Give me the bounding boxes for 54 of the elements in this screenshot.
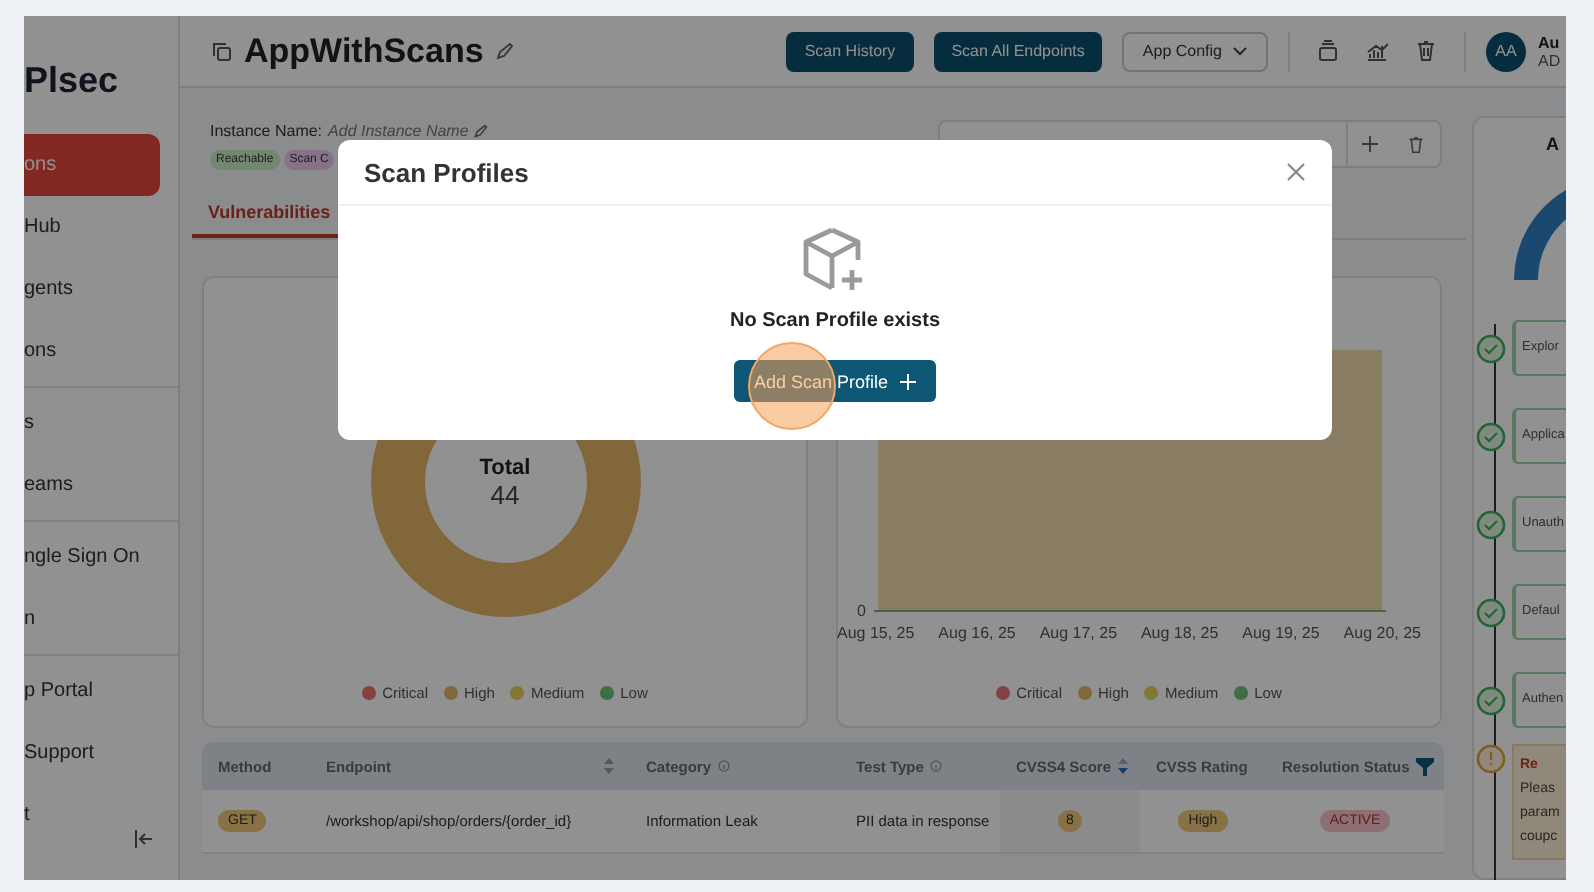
nav-item[interactable]: gents [24, 258, 178, 320]
copy-icon[interactable] [212, 41, 232, 61]
chart-icon[interactable] [1366, 41, 1388, 61]
sort-icon[interactable] [1117, 758, 1128, 774]
axis-tick-label: Aug 15, 25 [837, 624, 915, 642]
check-circle-icon [1476, 685, 1506, 715]
nav-item[interactable]: Hub [24, 196, 178, 258]
nav-item[interactable]: t [24, 784, 178, 846]
trash-icon[interactable] [1408, 135, 1424, 153]
axis-tick-label: Aug 17, 25 [1039, 624, 1118, 642]
header-button[interactable]: Scan All Endpoints [933, 31, 1103, 71]
plus-icon [900, 373, 917, 389]
axis-tick-label: 0 [857, 602, 866, 620]
nav-item[interactable]: s [24, 392, 178, 454]
database-icon[interactable] [1318, 40, 1338, 62]
total-value: 44 [490, 479, 520, 509]
filter-icon[interactable] [1415, 757, 1434, 775]
header-button[interactable]: Scan History [786, 31, 914, 71]
nav-item[interactable]: ons [24, 134, 160, 196]
brand-name: Plsec [24, 60, 121, 102]
nav-item[interactable]: n [24, 588, 178, 650]
add-profile-button[interactable]: Add Scan Profile [733, 360, 937, 402]
app-title: AppWithScans [244, 31, 484, 71]
user-text: Au [1538, 33, 1562, 51]
nav-item[interactable]: eams [24, 454, 178, 516]
check-circle-icon [1476, 509, 1506, 539]
click-marker [748, 342, 836, 430]
nav-item[interactable]: p Portal [24, 660, 178, 722]
axis-tick-label: Aug 16, 25 [938, 624, 1016, 642]
check-circle-icon [1476, 333, 1506, 363]
axis-tick-label: Aug 19, 25 [1242, 624, 1320, 642]
nav-item[interactable]: ons [24, 320, 178, 382]
nav-item[interactable]: Support [24, 722, 178, 784]
check-circle-icon [1476, 421, 1506, 451]
instance-name-field[interactable]: Add Instance Name [328, 122, 469, 140]
instance-label: Instance Name: [210, 122, 323, 140]
check-circle-icon [1476, 597, 1506, 627]
nav-item[interactable]: ngle Sign On [24, 526, 178, 588]
trash-icon[interactable] [1416, 40, 1436, 62]
close-icon[interactable] [1286, 162, 1306, 182]
dropdown-button[interactable]: App Config [1122, 31, 1268, 71]
empty-message: No Scan Profile exists [729, 310, 941, 332]
user-text: AD [1538, 51, 1563, 69]
collapse-icon[interactable] [134, 830, 154, 848]
panel-title: A [1544, 132, 1561, 154]
axis-tick-label: Aug 18, 25 [1140, 624, 1219, 642]
caret-icon [1232, 46, 1248, 56]
pencil-icon[interactable] [495, 42, 514, 60]
modal-title: Scan Profiles [364, 157, 529, 187]
warning-circle-icon [1476, 744, 1506, 774]
user-avatar[interactable]: AA [1486, 31, 1526, 71]
total-label: Total [479, 455, 531, 479]
axis-tick-label: Aug 20, 25 [1343, 624, 1421, 642]
pencil-icon[interactable] [474, 124, 489, 138]
